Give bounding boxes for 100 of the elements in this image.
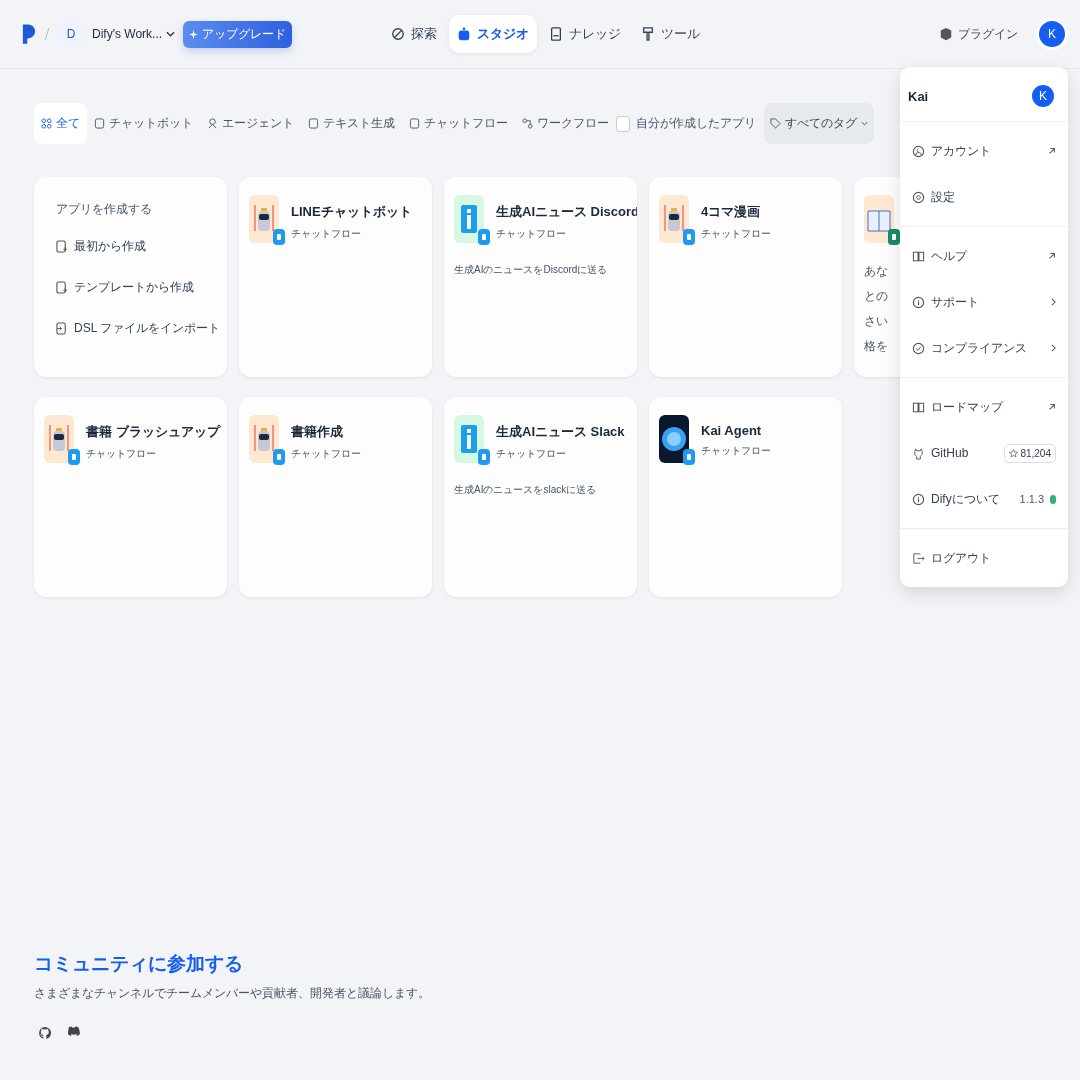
app-card[interactable]: LINEチャットボット チャットフロー bbox=[239, 177, 432, 377]
user-avatar[interactable]: K bbox=[1036, 18, 1068, 50]
app-card[interactable]: Kai Agent チャットフロー bbox=[649, 397, 842, 597]
create-title: アプリを作成する bbox=[56, 201, 153, 218]
map-icon bbox=[912, 400, 925, 414]
menu-item[interactable]: 設定 bbox=[900, 174, 1068, 220]
external-link-icon bbox=[1048, 403, 1056, 411]
app-type: チャットフロー bbox=[86, 447, 157, 461]
sparkle-icon bbox=[189, 29, 199, 39]
robot-icon bbox=[249, 415, 279, 463]
app-type: チャットフロー bbox=[701, 444, 771, 458]
workspace-avatar: D bbox=[58, 21, 84, 47]
create-option[interactable]: DSL ファイルをインポート bbox=[56, 312, 221, 349]
chevron-right-icon bbox=[1051, 298, 1056, 306]
chevron-down-icon bbox=[166, 31, 176, 37]
file-plus-icon bbox=[56, 240, 68, 253]
create-option[interactable]: 最初から作成 bbox=[56, 230, 146, 267]
menu-item-label: Difyについて bbox=[931, 490, 1001, 508]
plugins-button[interactable]: プラグイン bbox=[933, 24, 1024, 44]
nav-tab[interactable]: ナレッジ bbox=[540, 15, 629, 53]
menu-item-label: ロードマップ bbox=[931, 398, 1005, 416]
menu-item[interactable]: アカウント bbox=[900, 128, 1068, 174]
robot-icon bbox=[659, 195, 689, 243]
doc-icon bbox=[308, 118, 319, 129]
checkbox-label[interactable]: 自分が作成したアプリ bbox=[636, 115, 756, 132]
book-icon bbox=[548, 27, 563, 41]
menu-item-label: アカウント bbox=[931, 142, 992, 160]
menu-item[interactable]: ログアウト bbox=[900, 535, 1068, 581]
info-icon bbox=[454, 195, 484, 243]
orb-icon bbox=[659, 415, 689, 463]
robot-icon bbox=[456, 27, 471, 41]
logout-icon bbox=[912, 551, 925, 565]
app-type: チャットフロー bbox=[291, 227, 362, 241]
app-description-line: 格を bbox=[864, 338, 888, 355]
nav-tab[interactable]: スタジオ bbox=[448, 15, 537, 53]
agent-icon bbox=[207, 118, 218, 129]
chevron-right-icon bbox=[1051, 344, 1056, 352]
menu-user-name: Kai bbox=[908, 88, 929, 104]
app-card[interactable]: 4コマ漫画 チャットフロー bbox=[649, 177, 842, 377]
nav-tab[interactable]: 探索 bbox=[382, 15, 445, 53]
external-link-icon bbox=[1048, 147, 1056, 155]
app-card[interactable]: 書籍作成 チャットフロー bbox=[239, 397, 432, 597]
robot-icon bbox=[249, 195, 279, 243]
nav-tab[interactable]: ツール bbox=[632, 15, 708, 53]
filter-tab[interactable]: ワークフロー bbox=[515, 103, 616, 144]
github-icon bbox=[912, 446, 925, 460]
robot-icon bbox=[44, 415, 74, 463]
app-name: LINEチャットボット bbox=[291, 203, 412, 221]
app-name: 4コマ漫画 bbox=[701, 203, 762, 221]
app-description: 生成AIのニュースをslackに送る bbox=[454, 483, 598, 497]
app-name: 書籍作成 bbox=[291, 423, 344, 441]
filter-tab[interactable]: テキスト生成 bbox=[301, 103, 402, 144]
file-plus-icon bbox=[56, 281, 68, 294]
filter-tab[interactable]: エージェント bbox=[200, 103, 301, 144]
external-link-icon bbox=[1048, 252, 1056, 260]
filter-tab[interactable]: チャットフロー bbox=[402, 103, 515, 144]
menu-item-label: サポート bbox=[931, 293, 980, 311]
info-icon bbox=[912, 492, 925, 506]
discord-icon[interactable] bbox=[66, 1026, 81, 1037]
filter-tab[interactable]: 全て bbox=[34, 103, 87, 144]
logo[interactable] bbox=[22, 22, 36, 46]
app-type: チャットフロー bbox=[496, 227, 567, 241]
menu-item[interactable]: GitHub 81,204 bbox=[900, 430, 1068, 476]
import-icon bbox=[56, 322, 68, 335]
user-icon bbox=[912, 144, 925, 158]
checkbox[interactable] bbox=[616, 115, 630, 132]
community-title[interactable]: コミュニティに参加する bbox=[34, 951, 243, 977]
app-name: Kai Agent bbox=[701, 423, 763, 438]
menu-item-label: ヘルプ bbox=[931, 247, 969, 265]
workspace-selector[interactable]: Dify's Work... bbox=[92, 27, 176, 41]
tag-filter-dropdown[interactable]: すべてのタグ bbox=[764, 103, 874, 144]
community-text: さまざまなチャンネルでチームメンバーや貢献者、開発者と議論します。 bbox=[34, 985, 431, 1002]
chat-icon bbox=[94, 118, 105, 129]
app-type: チャットフロー bbox=[496, 447, 567, 461]
app-description-line: あな bbox=[864, 263, 888, 280]
menu-item[interactable]: ロードマップ bbox=[900, 384, 1068, 430]
filter-tab[interactable]: チャットボット bbox=[87, 103, 200, 144]
app-description-line: さい bbox=[864, 313, 888, 330]
app-type: チャットフロー bbox=[701, 227, 771, 241]
app-card[interactable]: 生成AIニュース Slack チャットフロー 生成AIのニュースをslackに送る bbox=[444, 397, 637, 597]
github-icon[interactable] bbox=[38, 1026, 52, 1040]
chat-icon bbox=[409, 118, 420, 129]
book-icon bbox=[864, 195, 894, 243]
upgrade-button[interactable]: アップグレード bbox=[183, 20, 293, 48]
star-count-badge[interactable]: 81,204 bbox=[1004, 443, 1056, 463]
create-option[interactable]: テンプレートから作成 bbox=[56, 271, 194, 308]
book-icon bbox=[912, 249, 925, 263]
grid-icon bbox=[41, 118, 52, 129]
menu-item[interactable]: サポート bbox=[900, 279, 1068, 325]
menu-avatar: K bbox=[1030, 83, 1056, 109]
app-name: 書籍 ブラッシュアップ bbox=[86, 423, 220, 441]
app-description-line: との bbox=[864, 288, 888, 305]
menu-item[interactable]: ヘルプ bbox=[900, 233, 1068, 279]
cube-icon bbox=[939, 27, 953, 41]
menu-item[interactable]: Difyについて 1.1.3 bbox=[900, 476, 1068, 522]
menu-item[interactable]: コンプライアンス bbox=[900, 325, 1068, 371]
app-card[interactable]: 書籍 ブラッシュアップ チャットフロー bbox=[34, 397, 227, 597]
menu-item-label: 設定 bbox=[931, 188, 956, 206]
menu-item-label: コンプライアンス bbox=[931, 339, 1028, 357]
app-description: 生成AIのニュースをDiscordに送る bbox=[454, 263, 609, 277]
